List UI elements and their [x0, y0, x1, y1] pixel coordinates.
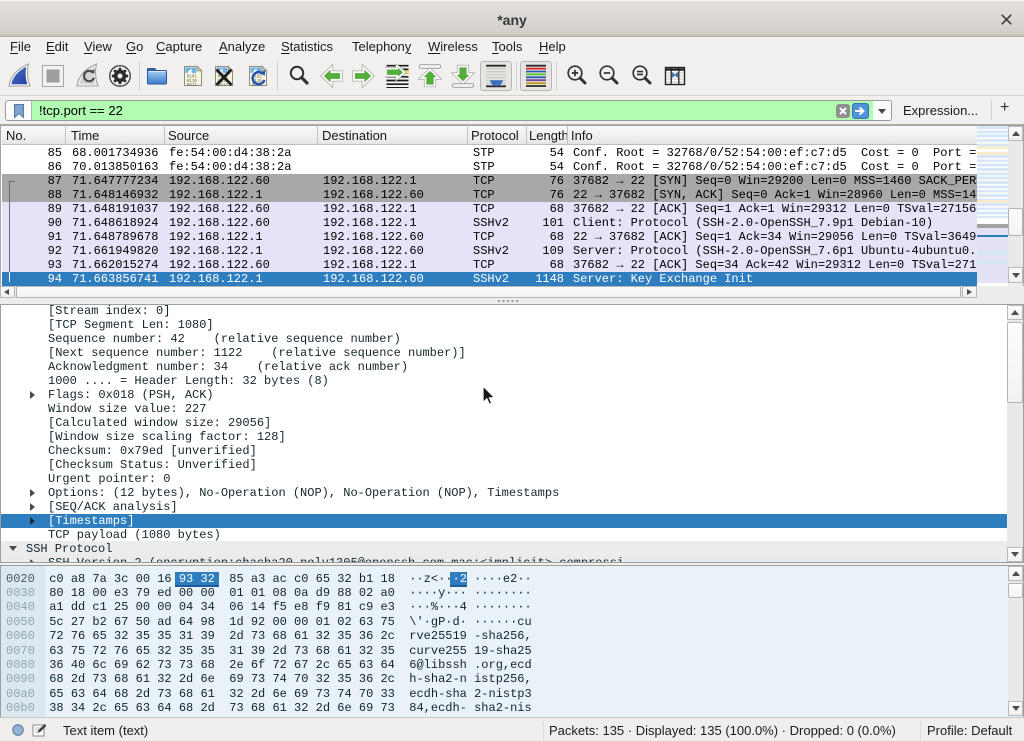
svg-text:0011: 0011 [187, 84, 198, 88]
svg-text:0011: 0011 [218, 84, 229, 88]
